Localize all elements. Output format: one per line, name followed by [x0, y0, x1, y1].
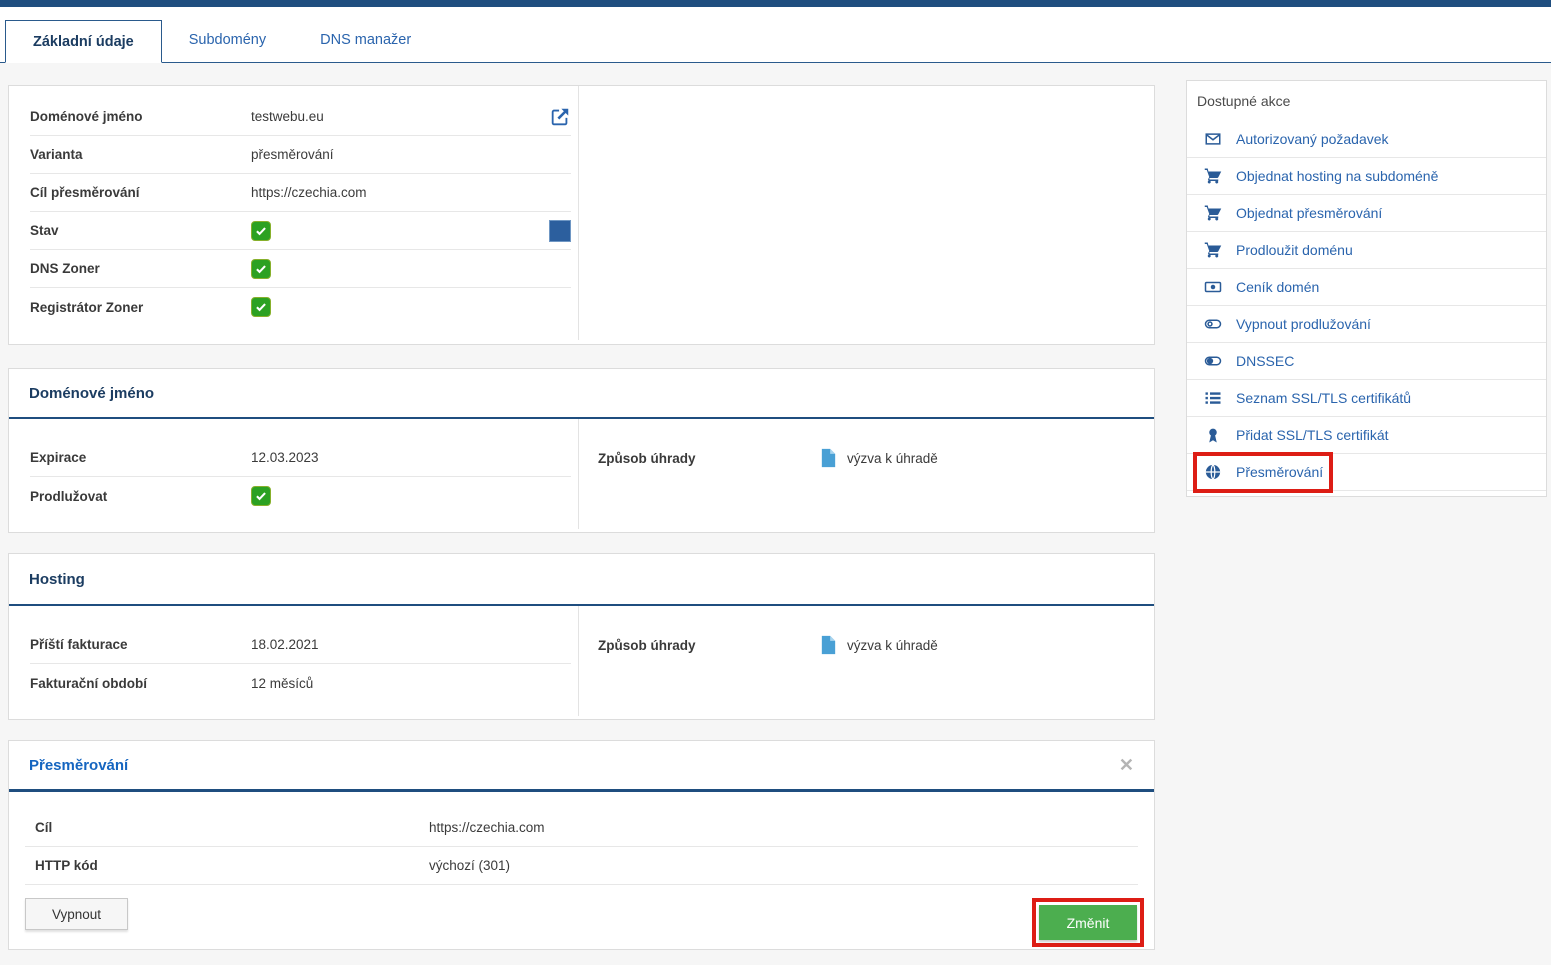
row-label: Doménové jméno: [30, 109, 251, 124]
row-value: výzva k úhradě: [847, 451, 938, 466]
table-row: Prodlužovat: [30, 477, 571, 515]
toggle-on-icon: [1204, 352, 1224, 370]
row-value: výchozí (301): [429, 858, 510, 873]
row-label: Expirace: [30, 450, 251, 465]
table-row: HTTP kód výchozí (301): [25, 847, 1138, 885]
section-title: Doménové jméno: [9, 369, 1154, 419]
row-label: Registrátor Zoner: [30, 300, 251, 315]
action-redirect[interactable]: Přesměrování: [1187, 454, 1546, 491]
row-value: https://czechia.com: [429, 820, 545, 835]
table-row: Cíl přesměrování https://czechia.com: [30, 174, 571, 212]
table-row: DNS Zoner: [30, 250, 571, 288]
banknote-icon: [1204, 278, 1224, 296]
row-label: HTTP kód: [35, 858, 429, 873]
action-label: DNSSEC: [1236, 353, 1294, 369]
tab-dns-manazer[interactable]: DNS manažer: [293, 19, 438, 62]
list-icon: [1204, 389, 1224, 407]
document-icon: [820, 635, 837, 655]
action-label: Objednat přesměrování: [1236, 205, 1382, 221]
action-label: Ceník domén: [1236, 279, 1319, 295]
section-title: Přesměrování: [29, 757, 128, 774]
table-row: Expirace 12.03.2023: [30, 439, 571, 477]
table-row: Varianta přesměrování: [30, 136, 571, 174]
row-label: Prodlužovat: [30, 489, 251, 504]
row-label: Stav: [30, 223, 251, 238]
action-label: Prodloužit doménu: [1236, 242, 1353, 258]
table-row: Fakturační období 12 měsíců: [30, 664, 571, 702]
action-authorized-request[interactable]: Autorizovaný požadavek: [1187, 121, 1546, 158]
available-actions-panel: Dostupné akce Autorizovaný požadavek Obj…: [1186, 80, 1547, 497]
table-row: Způsob úhrady výzva k úhradě: [598, 626, 1154, 664]
action-label: Vypnout prodlužování: [1236, 316, 1371, 332]
checkmark-icon: [251, 221, 271, 241]
action-label: Seznam SSL/TLS certifikátů: [1236, 390, 1411, 406]
row-value: přesměrování: [251, 147, 537, 162]
table-row: Způsob úhrady výzva k úhradě: [598, 439, 1154, 477]
blue-square-icon[interactable]: [549, 220, 571, 242]
document-icon: [820, 448, 837, 468]
action-label: Přidat SSL/TLS certifikát: [1236, 427, 1389, 443]
tab-bar: Základní údaje Subdomény DNS manažer: [0, 7, 1551, 63]
row-value: 12 měsíců: [251, 676, 571, 691]
globe-icon: [1204, 463, 1224, 481]
disable-redirect-button[interactable]: Vypnout: [25, 898, 128, 930]
table-row: Doménové jméno testwebu.eu: [30, 98, 571, 136]
change-redirect-button[interactable]: Změnit: [1039, 905, 1137, 940]
row-label: Způsob úhrady: [598, 451, 820, 466]
row-label: Fakturační období: [30, 676, 251, 691]
action-label: Přesměrování: [1236, 464, 1323, 480]
action-dnssec[interactable]: DNSSEC: [1187, 343, 1546, 380]
table-row: Registrátor Zoner: [30, 288, 571, 326]
cart-icon: [1204, 167, 1224, 185]
award-icon: [1204, 426, 1224, 444]
row-value: 18.02.2021: [251, 637, 571, 652]
domain-name-panel: Doménové jméno Expirace 12.03.2023 Prodl…: [8, 368, 1155, 533]
row-value: výzva k úhradě: [847, 638, 938, 653]
action-order-hosting-subdomain[interactable]: Objednat hosting na subdoméně: [1187, 158, 1546, 195]
action-disable-renewal[interactable]: Vypnout prodlužování: [1187, 306, 1546, 343]
annotation-highlight: Změnit: [1032, 898, 1144, 947]
cart-icon: [1204, 241, 1224, 259]
external-link-icon[interactable]: [537, 106, 571, 128]
action-order-redirect[interactable]: Objednat přesměrování: [1187, 195, 1546, 232]
tab-subdomeny[interactable]: Subdomény: [162, 19, 293, 62]
tab-zakladni-udaje[interactable]: Základní údaje: [5, 20, 162, 63]
row-label: Cíl přesměrování: [30, 185, 251, 200]
row-value: testwebu.eu: [251, 109, 537, 124]
hosting-panel: Hosting Příští fakturace 18.02.2021 Fakt…: [8, 553, 1155, 720]
row-label: Způsob úhrady: [598, 638, 820, 653]
table-row: Cíl https://czechia.com: [25, 809, 1138, 847]
checkmark-icon: [251, 486, 271, 506]
toggle-off-icon: [1204, 315, 1224, 333]
checkmark-icon: [251, 297, 271, 317]
table-row: Stav: [30, 212, 571, 250]
section-title: Hosting: [9, 554, 1154, 606]
action-renew-domain[interactable]: Prodloužit doménu: [1187, 232, 1546, 269]
checkmark-icon: [251, 259, 271, 279]
action-label: Autorizovaný požadavek: [1236, 131, 1389, 147]
top-accent-bar: [0, 0, 1551, 7]
close-icon[interactable]: ✕: [1119, 756, 1134, 774]
redirect-panel: Přesměrování ✕ Cíl https://czechia.com H…: [8, 740, 1155, 950]
action-add-ssl-certificate[interactable]: Přidat SSL/TLS certifikát: [1187, 417, 1546, 454]
envelope-icon: [1204, 130, 1224, 148]
row-label: Varianta: [30, 147, 251, 162]
row-label: DNS Zoner: [30, 261, 251, 276]
row-value: https://czechia.com: [251, 185, 537, 200]
sidebar-title: Dostupné akce: [1187, 81, 1546, 121]
domain-overview-panel: Doménové jméno testwebu.eu Varianta přes…: [8, 85, 1155, 345]
table-row: Příští fakturace 18.02.2021: [30, 626, 571, 664]
action-domain-pricelist[interactable]: Ceník domén: [1187, 269, 1546, 306]
cart-icon: [1204, 204, 1224, 222]
row-value: 12.03.2023: [251, 450, 571, 465]
action-label: Objednat hosting na subdoméně: [1236, 168, 1438, 184]
row-label: Příští fakturace: [30, 637, 251, 652]
row-label: Cíl: [35, 820, 429, 835]
action-ssl-certificate-list[interactable]: Seznam SSL/TLS certifikátů: [1187, 380, 1546, 417]
